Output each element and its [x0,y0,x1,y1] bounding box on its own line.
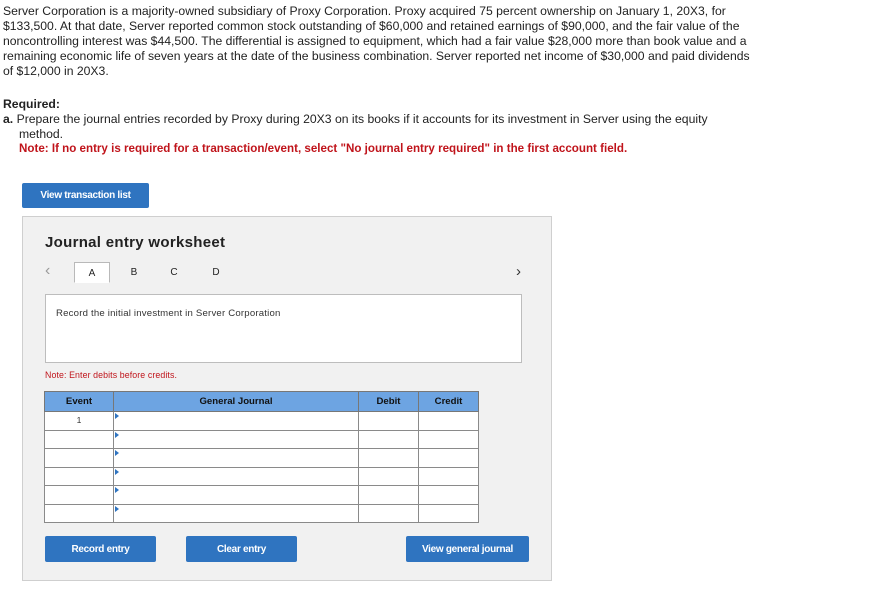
dropdown-marker-icon [115,413,119,419]
dropdown-marker-icon [115,487,119,493]
table-row: 1 [44,411,479,431]
table-row [44,503,479,523]
dropdown-marker-icon [115,468,119,475]
journal-table: Event General Journal Debit Credit 1 [44,391,479,523]
record-entry-button[interactable]: Record entry [45,536,156,562]
credit-input[interactable] [418,429,479,449]
credit-input[interactable] [418,411,479,431]
credit-column-header: Credit [418,391,479,412]
account-select[interactable] [113,429,359,449]
debit-input[interactable] [358,466,419,486]
tab-b[interactable]: B [116,262,152,283]
part-a-letter: a. [3,112,14,126]
part-a-text-line2: method. [19,127,64,141]
event-cell [44,503,114,523]
table-row [44,429,479,449]
account-select[interactable] [113,485,359,505]
credit-input[interactable] [418,503,479,523]
part-a-instructions: a. Prepare the journal entries recorded … [3,112,763,142]
transaction-description-box: Record the initial investment in Server … [45,294,522,363]
event-cell [44,466,114,486]
event-cell [44,429,114,449]
table-row [44,485,479,505]
account-select[interactable] [113,411,359,431]
journal-header-row: Event General Journal Debit Credit [44,391,479,412]
account-select[interactable] [113,503,359,523]
credit-input[interactable] [418,466,479,486]
required-heading: Required: [3,97,60,111]
chevron-left-icon[interactable]: ‹ [45,263,59,279]
debit-input[interactable] [358,429,419,449]
event-column-header: Event [44,391,114,412]
debit-input[interactable] [358,411,419,431]
event-cell: 1 [44,411,114,431]
event-cell [44,485,114,505]
tab-c[interactable]: C [156,262,192,283]
tab-a[interactable]: A [74,262,110,283]
dropdown-marker-icon [115,431,119,438]
table-row [44,448,479,468]
account-select[interactable] [113,448,359,468]
table-row [44,466,479,486]
dropdown-marker-icon [115,505,119,512]
general-journal-column-header: General Journal [113,391,359,412]
credit-input[interactable] [418,485,479,505]
transaction-description: Record the initial investment in Server … [56,308,281,319]
debit-column-header: Debit [358,391,419,412]
tab-d[interactable]: D [198,262,234,283]
debit-input[interactable] [358,503,419,523]
debit-input[interactable] [358,485,419,505]
part-a-text-line1: Prepare the journal entries recorded by … [16,112,708,126]
debit-input[interactable] [358,448,419,468]
view-general-journal-button[interactable]: View general journal [406,536,529,562]
debits-before-credits-note: Note: Enter debits before credits. [45,370,177,380]
event-cell [44,448,114,468]
credit-input[interactable] [418,448,479,468]
chevron-right-icon[interactable]: › [516,264,530,280]
problem-statement: Server Corporation is a majority-owned s… [3,4,750,78]
account-select[interactable] [113,466,359,486]
journal-entry-worksheet: Journal entry worksheet ‹ A B C D › Reco… [22,216,552,581]
clear-entry-button[interactable]: Clear entry [186,536,297,562]
view-transaction-list-button[interactable]: View transaction list [22,183,149,208]
no-entry-note: Note: If no entry is required for a tran… [19,142,628,155]
dropdown-marker-icon [115,450,119,456]
worksheet-title: Journal entry worksheet [45,234,226,251]
